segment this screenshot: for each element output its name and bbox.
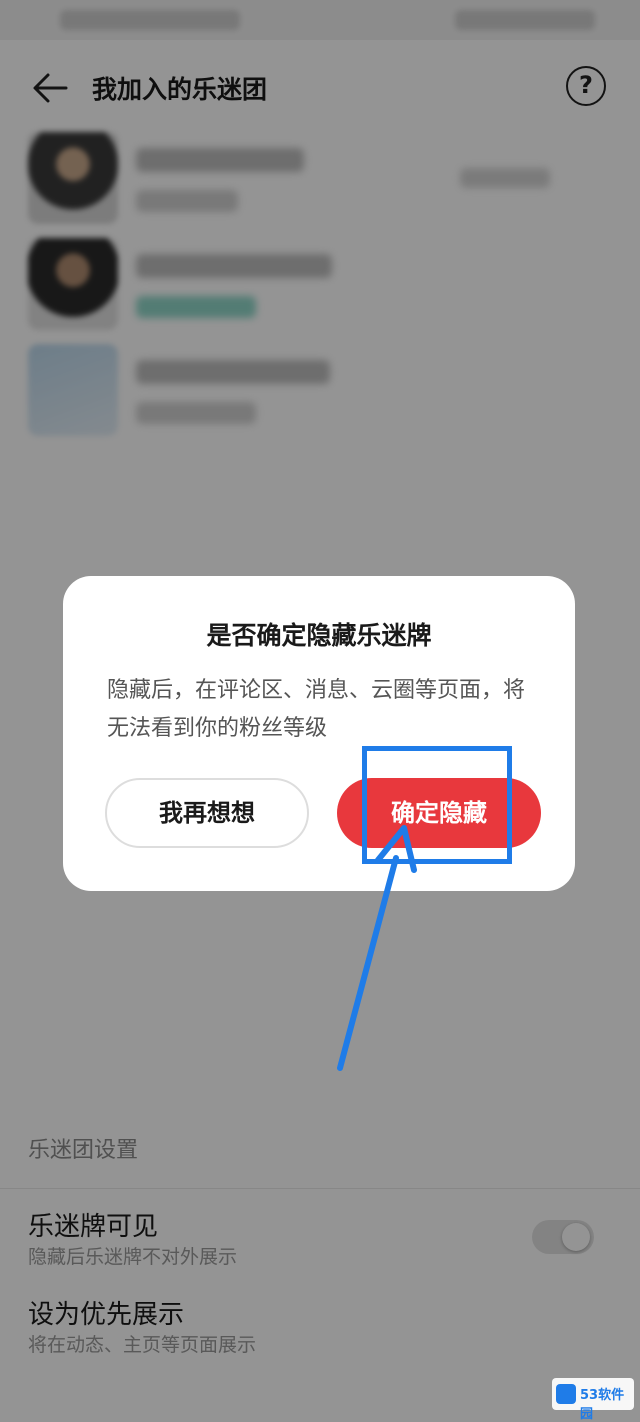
watermark-logo-icon	[556, 1384, 576, 1404]
site-watermark: 53软件园	[552, 1378, 634, 1422]
cancel-button[interactable]: 我再想想	[105, 778, 309, 848]
annotation-highlight-box	[362, 746, 512, 864]
dialog-title: 是否确定隐藏乐迷牌	[206, 621, 432, 650]
dialog-message: 隐藏后，在评论区、消息、云圈等页面，将无法看到你的粉丝等级	[107, 678, 526, 741]
watermark-text: 53软件园	[580, 1388, 625, 1422]
